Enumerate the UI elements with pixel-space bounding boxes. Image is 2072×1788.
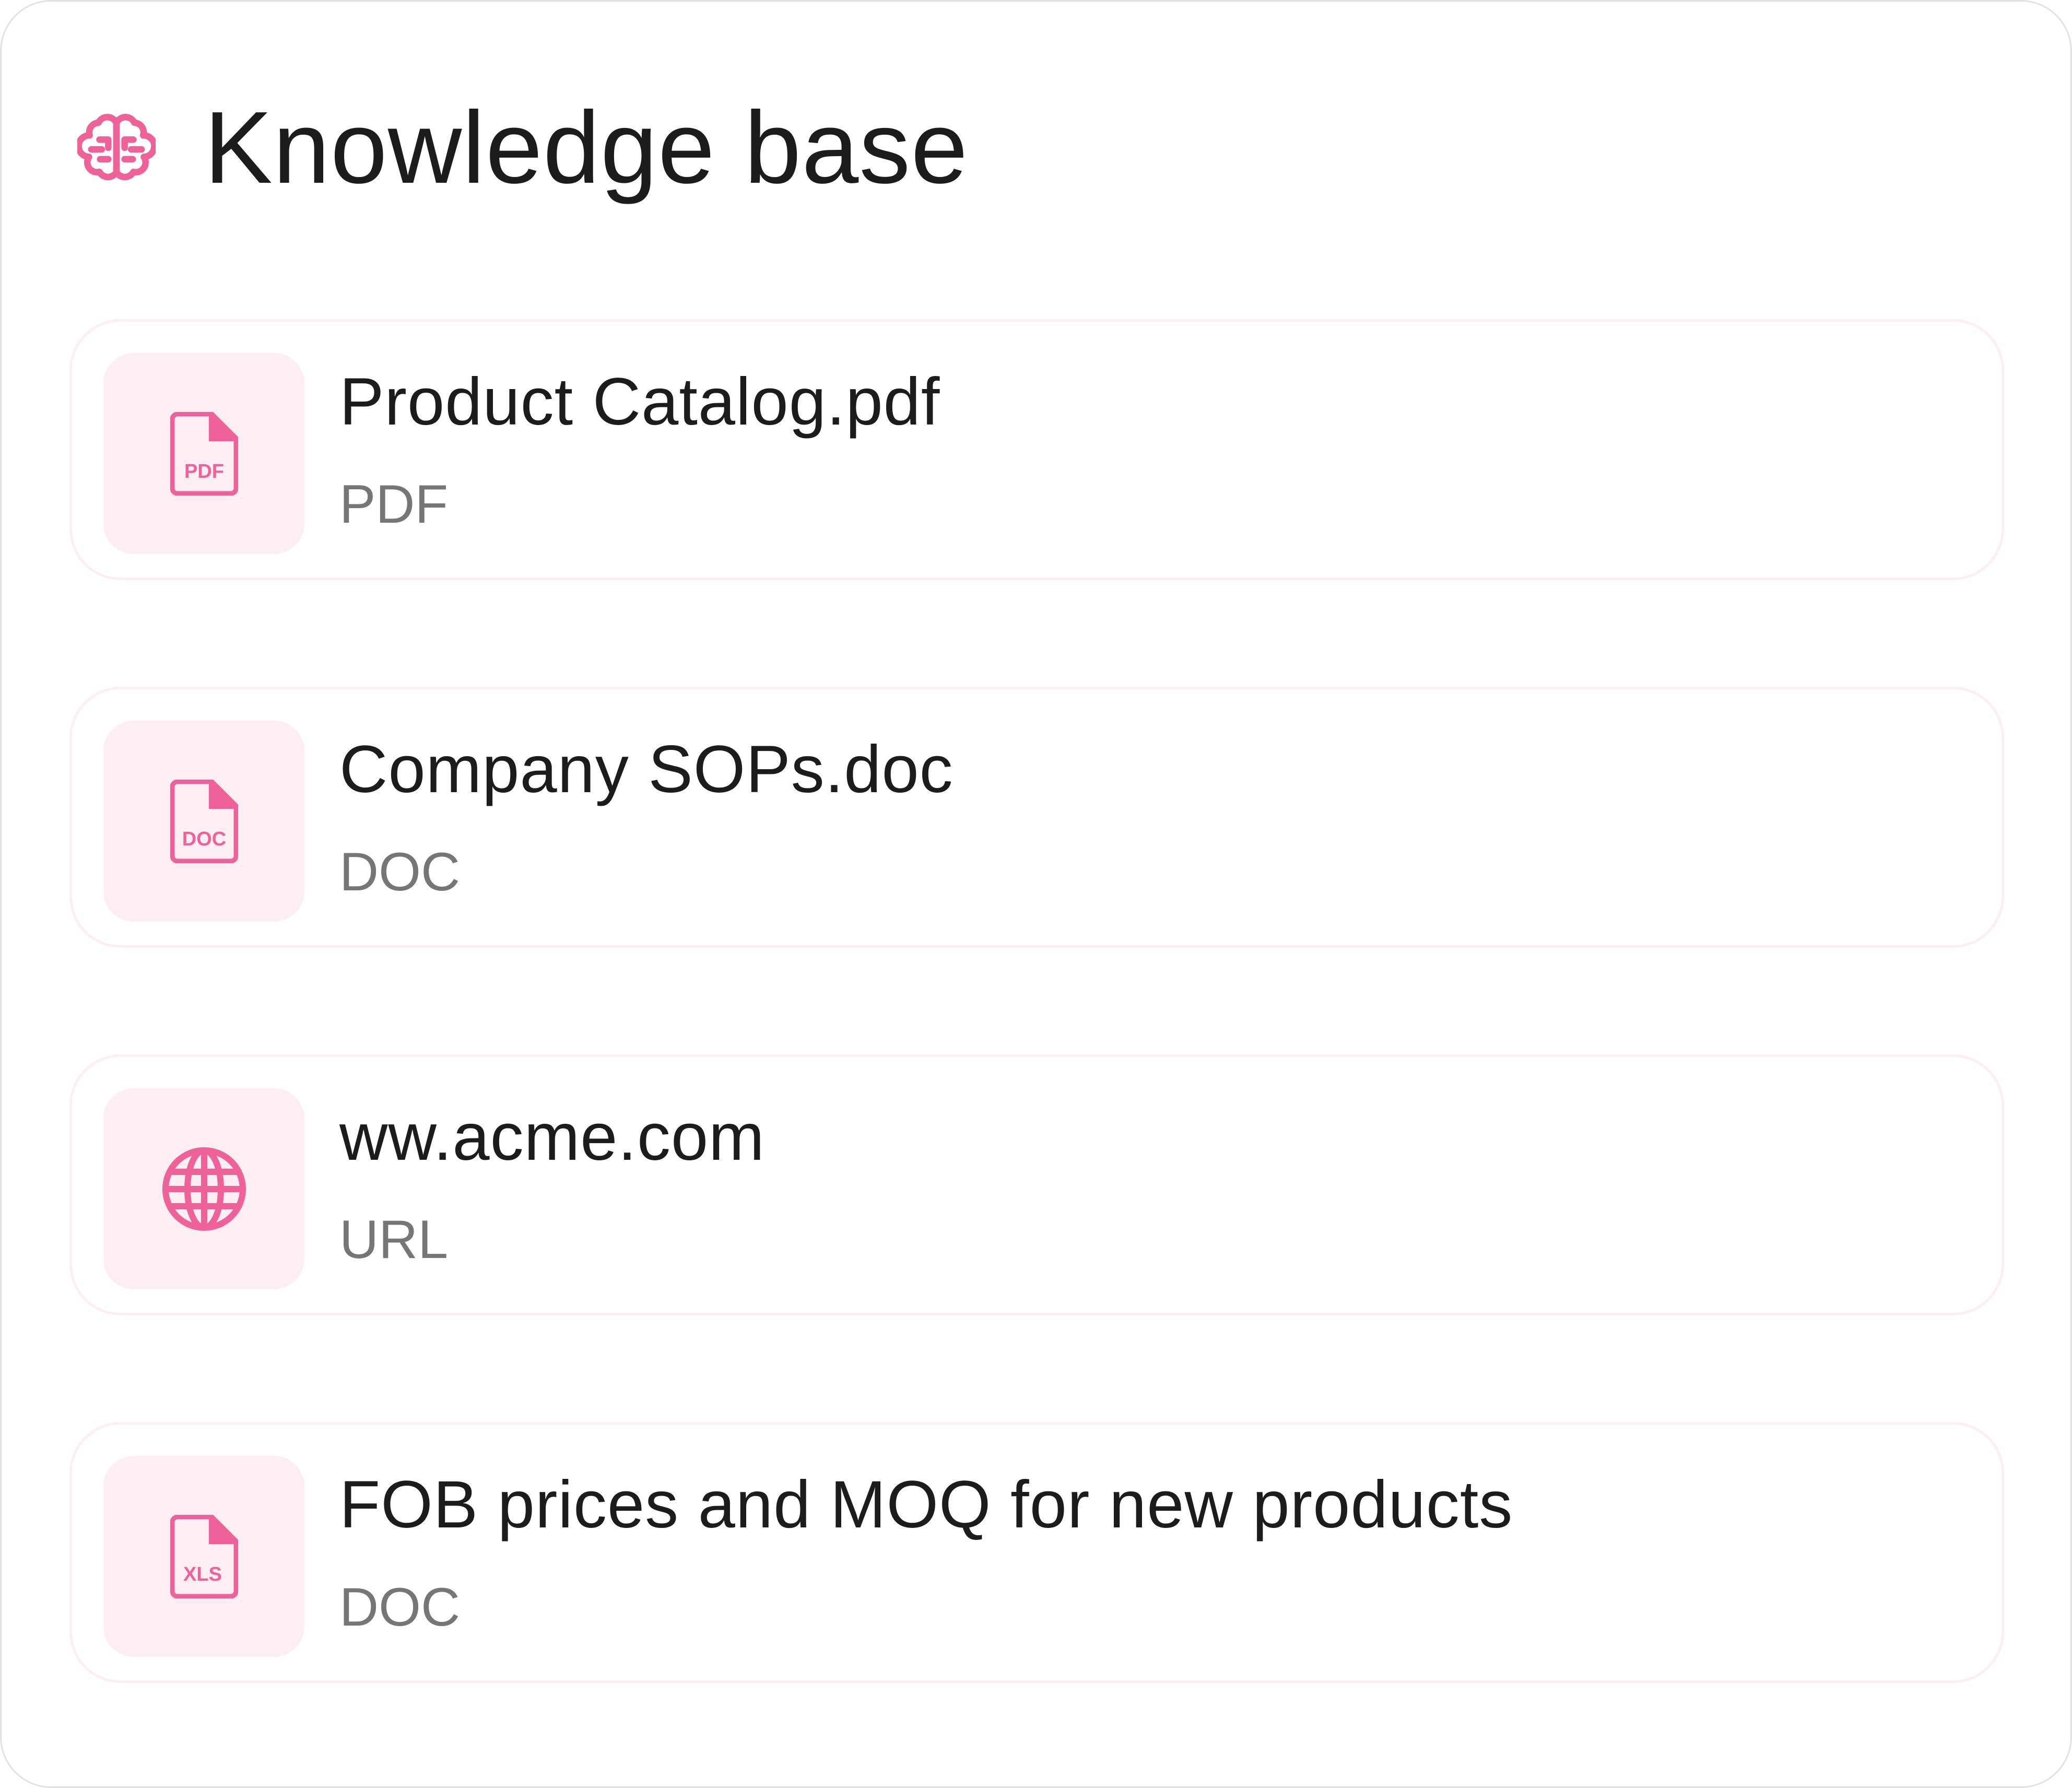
file-thumbnail: PDF: [103, 353, 304, 554]
item-name: FOB prices and MOQ for new products: [339, 1467, 1513, 1542]
globe-icon: [162, 1147, 246, 1231]
list-item-fob-prices[interactable]: XLS FOB prices and MOQ for new products …: [69, 1422, 2004, 1683]
doc-icon-label: DOC: [182, 828, 226, 850]
knowledge-base-panel: Knowledge base PDF Product Catalog.pdf P…: [0, 0, 2072, 1788]
item-type: URL: [339, 1209, 449, 1270]
xls-file-icon: XLS: [170, 1514, 238, 1598]
list-item-website[interactable]: ww.acme.com URL: [69, 1054, 2004, 1315]
item-name: ww.acme.com: [339, 1100, 765, 1174]
knowledge-list: PDF Product Catalog.pdf PDF DOC Company …: [69, 319, 2004, 1683]
item-type: DOC: [339, 842, 461, 902]
file-thumbnail: DOC: [103, 721, 304, 922]
brain-icon: [77, 113, 156, 181]
xls-icon-label: XLS: [183, 1563, 222, 1585]
item-type: DOC: [339, 1577, 461, 1638]
item-type: PDF: [339, 474, 448, 535]
file-thumbnail: XLS: [103, 1456, 304, 1657]
doc-file-icon: DOC: [170, 779, 238, 863]
list-item-company-sops[interactable]: DOC Company SOPs.doc DOC: [69, 687, 2004, 948]
item-name: Company SOPs.doc: [339, 732, 953, 807]
url-thumbnail: [103, 1088, 304, 1289]
item-name: Product Catalog.pdf: [339, 364, 940, 439]
list-item-product-catalog[interactable]: PDF Product Catalog.pdf PDF: [69, 319, 2004, 580]
pdf-file-icon: PDF: [170, 411, 238, 496]
page-title: Knowledge base: [204, 90, 969, 205]
panel-header: Knowledge base: [77, 90, 968, 205]
pdf-icon-label: PDF: [184, 461, 224, 483]
